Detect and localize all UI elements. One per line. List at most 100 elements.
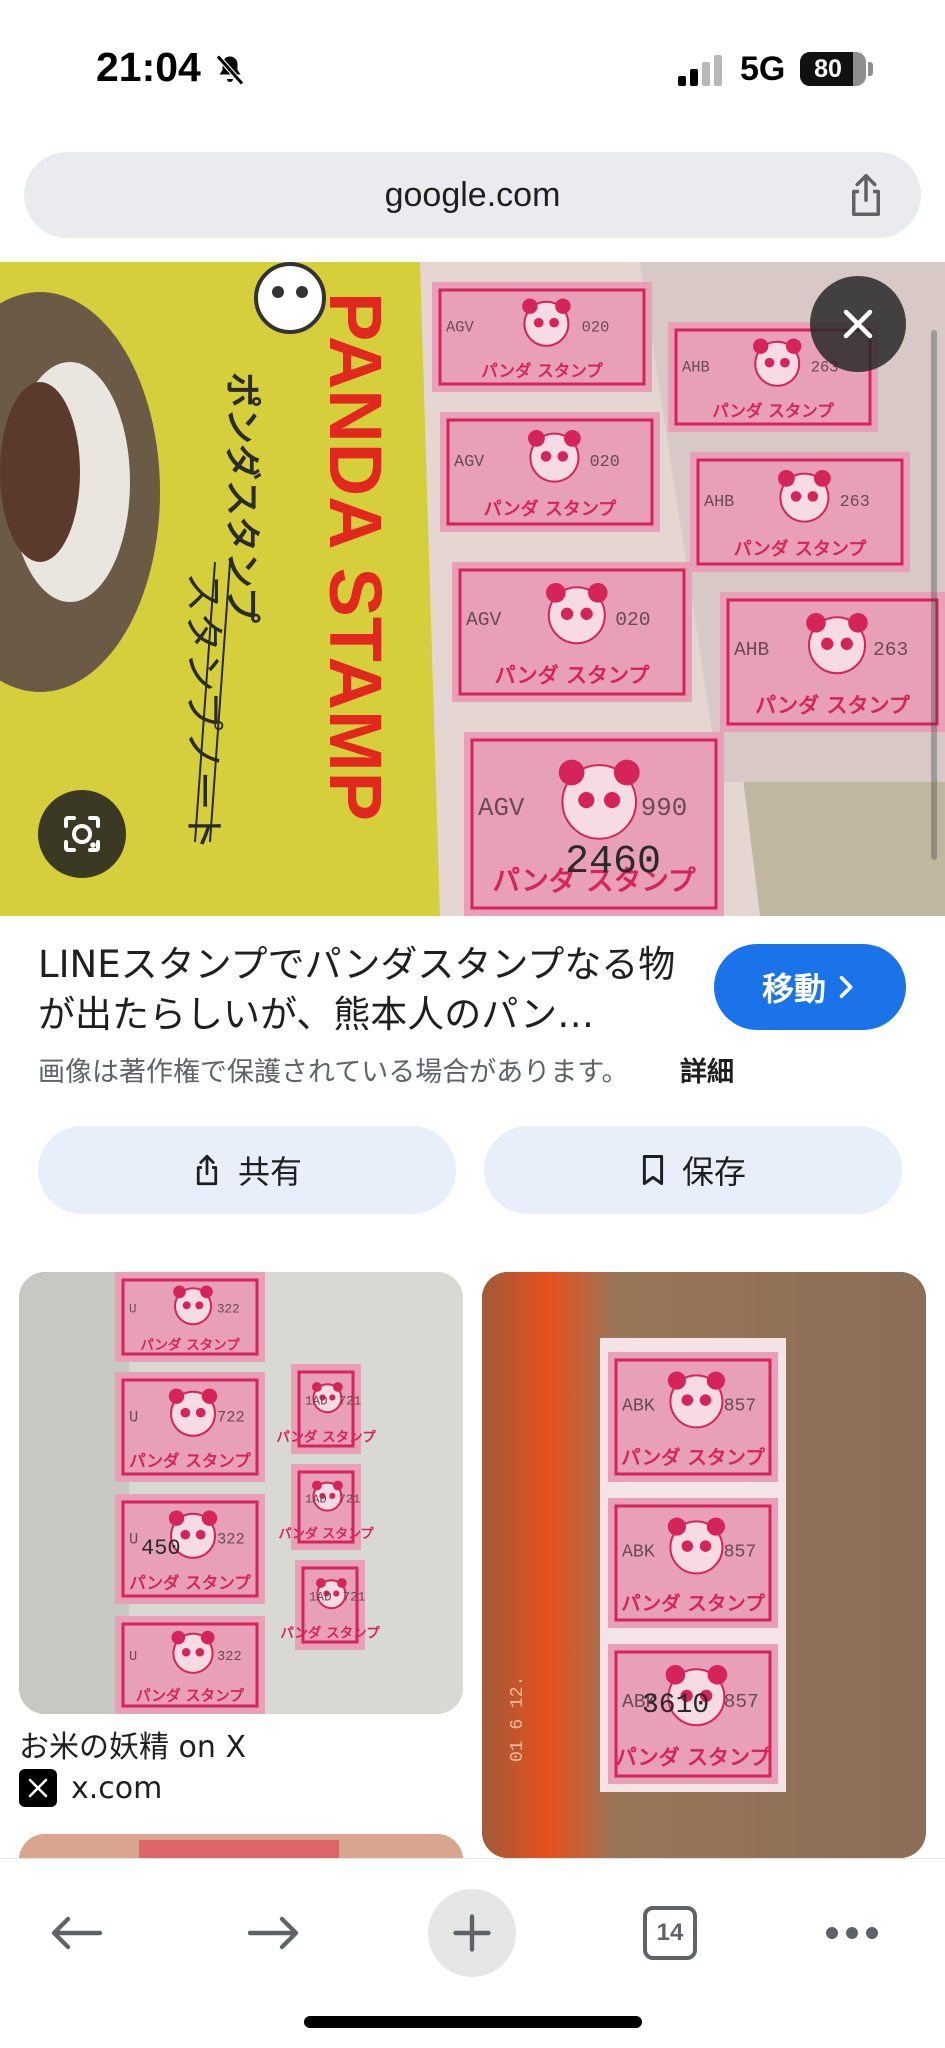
share-icon[interactable] [845, 172, 887, 218]
result-card-title[interactable]: お米の妖精 on X [19, 1722, 246, 1766]
stamp-label: パンダ スタンプ [495, 663, 651, 687]
source-domain: x.com [71, 1770, 163, 1806]
battery-tip [868, 62, 873, 76]
network-label: 5G [740, 50, 786, 88]
plus-icon [453, 1914, 491, 1952]
stamp-code: U [129, 1303, 137, 1317]
hero-serial-number: 2460 [565, 840, 661, 885]
hero-stamp-brand: ポンダスタンプ [221, 372, 263, 623]
hero-stamp-4: AGV 990パンダ スタンプ [464, 732, 724, 916]
new-tab-button[interactable] [428, 1889, 516, 1977]
stamp-label: パンダ スタンプ [621, 1592, 765, 1615]
bookmark-icon [642, 1154, 664, 1186]
stamp-label: パンダ スタンプ [136, 1686, 245, 1704]
stamp-number: 721 [339, 1493, 361, 1507]
stamp-code: AHB [734, 639, 770, 661]
scroll-indicator [931, 330, 937, 860]
stamp-label: パンダ スタンプ [279, 1526, 374, 1542]
address-bar[interactable]: google.com [24, 152, 921, 238]
stamp-number: 322 [217, 1650, 242, 1665]
result-card-source[interactable]: x.com [19, 1768, 162, 1808]
hero-stamp-1: AGV 020 パンダ スタンプ [432, 282, 652, 392]
share-label: 共有 [237, 1153, 302, 1191]
left-stamp-1: U 322 パンダ スタンプ [115, 1272, 265, 1362]
stamp-number: 722 [217, 1409, 245, 1427]
left-stamp-3: U 322 パンダ スタンプ [115, 1494, 265, 1604]
date-stamp: 01 6 12. [508, 1676, 528, 1762]
stamp-label: パンダ スタンプ [755, 693, 911, 717]
hero-stamp-6: AHB 263 パンダ スタンプ [690, 452, 910, 572]
battery-level: 80 [814, 55, 842, 83]
share-icon [196, 1154, 218, 1186]
stamp-number: 322 [217, 1531, 245, 1549]
stamp-code: AGV [466, 609, 502, 631]
back-button[interactable] [32, 1889, 120, 1977]
more-dots-icon [826, 1927, 878, 1939]
stamp-number: 020 [590, 453, 620, 472]
stamp-label: パンダ スタンプ [129, 1573, 251, 1593]
hero-stamp-7: AHB 263 パンダ スタンプ [720, 592, 945, 732]
stamp-label: パンダ スタンプ [481, 361, 603, 381]
left-stamp-4: U 322 パンダ スタンプ [115, 1616, 265, 1714]
close-icon [843, 309, 873, 339]
stamp-number: 990 [641, 794, 687, 823]
stamp-number: 263 [840, 493, 870, 512]
hero-stamp-2: AGV 020 パンダ スタンプ [440, 412, 660, 532]
more-menu-button[interactable] [808, 1889, 896, 1977]
details-link[interactable]: 詳細 [680, 1050, 734, 1089]
close-button[interactable] [810, 276, 906, 372]
result-card-image[interactable]: U 322 パンダ スタンプ U 722 パンダ スタンプ U 322 パンダ スタンプ U 322… [19, 1272, 463, 1714]
forward-button[interactable] [230, 1889, 318, 1977]
stamp-label: パンダ スタンプ [712, 401, 834, 421]
stamp-label: パンダ スタンプ [140, 1336, 240, 1353]
stamp-code: ABK [622, 1543, 655, 1563]
stamp-code: AHB [682, 359, 710, 377]
stamp-number: 857 [724, 1543, 757, 1563]
stamp-code: AGV [446, 319, 474, 337]
stamp-number: 857 [724, 1397, 757, 1417]
save-button[interactable]: 保存 [484, 1126, 902, 1214]
battery-icon: 80 [800, 52, 866, 86]
stamp-label: パンダ スタンプ [484, 498, 618, 520]
stamp-code: AHB [704, 493, 734, 512]
left-stamp-6: 1AD 721 パンダ スタンプ [279, 1464, 374, 1550]
home-indicator [304, 2016, 642, 2028]
google-lens-button[interactable] [38, 790, 126, 878]
stamp-number: 263 [873, 639, 908, 661]
stamp-code: U [129, 1650, 137, 1665]
right-stamp-1: ABK 857 パンダ スタンプ [608, 1352, 778, 1482]
share-button[interactable]: 共有 [38, 1126, 456, 1214]
arrow-left-icon [51, 1916, 103, 1950]
hero-stamp-title: PANDA STAMP [314, 292, 397, 821]
arrow-right-icon [247, 1916, 299, 1950]
stamp-label: パンダ スタンプ [616, 1745, 772, 1769]
stamp-code: 1AD [309, 1591, 332, 1605]
copyright-note: 画像は著作権で保護されている場合があります。 [38, 1057, 629, 1088]
visit-button[interactable]: 移動 [714, 944, 906, 1030]
tab-switcher-button[interactable]: 14 [626, 1889, 714, 1977]
result-card-image-2[interactable]: ABK 857 パンダ スタンプ ABK 857 パンダ スタンプ ABK 857 パンダ スタ… [482, 1272, 926, 1858]
status-time: 21:04 [96, 44, 201, 90]
stamp-label: パンダ スタンプ [276, 1428, 376, 1445]
hero-image[interactable]: PANDA STAMP ポンダスタンプ スタンプノート AGV 020 パンダ スタ… [0, 262, 945, 916]
tab-count: 14 [643, 1906, 697, 1960]
lens-icon [64, 816, 100, 852]
x-logo-icon [19, 1769, 57, 1807]
stamp-number: 721 [339, 1395, 362, 1409]
stamp-label: パンダ スタンプ [129, 1451, 251, 1471]
visit-label: 移動 [761, 970, 826, 1008]
url-text[interactable]: google.com [24, 152, 921, 238]
stamp-code: U [129, 1531, 138, 1549]
result-title[interactable]: LINEスタンプでパンダスタンプなる物が出たらしいが、熊本人のパン… [38, 940, 678, 1040]
signal-icon [678, 55, 722, 86]
stamp-number: 857 [724, 1691, 759, 1713]
stamp-number: 721 [343, 1591, 366, 1605]
stamp-code: AGV [454, 453, 484, 472]
stamp-code: 1AD [305, 1493, 327, 1507]
stamp-number: 020 [582, 319, 610, 337]
save-label: 保存 [681, 1153, 746, 1191]
stamp-label: パンダ スタンプ [734, 538, 868, 560]
stamp-number: 322 [217, 1303, 240, 1317]
stamp-code: AGV [478, 794, 525, 823]
status-bar: 21:04 5G 80 [0, 0, 945, 140]
